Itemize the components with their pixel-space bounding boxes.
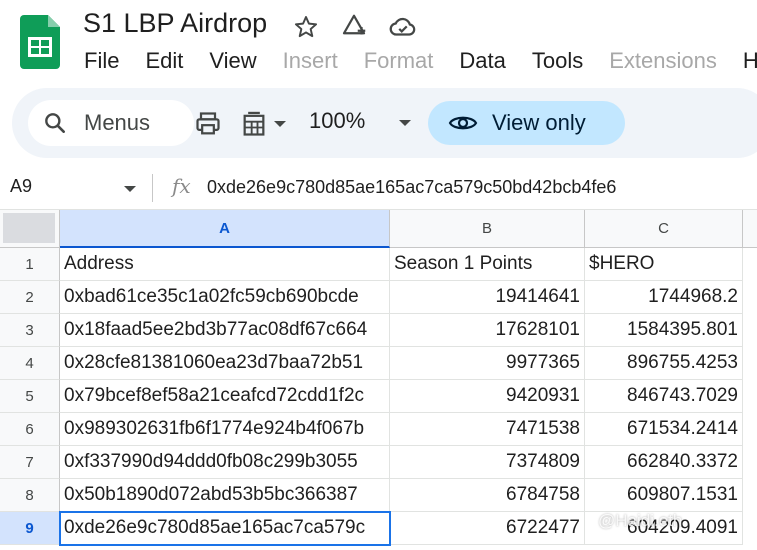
table-cell[interactable]: Season 1 Points — [390, 248, 585, 281]
menu-view[interactable]: View — [209, 46, 256, 76]
table-cell[interactable]: 17628101 — [390, 314, 585, 347]
table-cell[interactable]: 0x28cfe81381060ea23d7baa72b51 — [60, 347, 390, 380]
table-cell[interactable]: 1744968.2 — [585, 281, 743, 314]
function-icon: fx — [172, 174, 191, 198]
formula-bar-divider — [152, 174, 153, 202]
table-cell[interactable]: 0xf337990d94ddd0fb08c299b3055 — [60, 446, 390, 479]
toolbar-wrapper: Menus 100% View only — [0, 88, 757, 164]
search-menus-label: Menus — [84, 110, 151, 135]
menu-bar: File Edit View Insert Format Data Tools … — [84, 46, 757, 76]
eye-icon — [448, 116, 478, 130]
table-cell[interactable]: 671534.2414 — [585, 413, 743, 446]
menu-insert[interactable]: Insert — [283, 46, 338, 76]
search-menus-button[interactable]: Menus — [28, 100, 194, 146]
table-cell[interactable]: Address — [60, 248, 390, 281]
table-cell[interactable]: 9420931 — [390, 380, 585, 413]
column-header-d-partial[interactable] — [743, 210, 757, 248]
table-cell[interactable]: 609807.1531 — [585, 479, 743, 512]
row-header[interactable]: 8 — [0, 479, 60, 512]
menu-edit[interactable]: Edit — [145, 46, 183, 76]
table-format-dropdown-icon[interactable] — [270, 110, 290, 138]
table-cell[interactable]: 9977365 — [390, 347, 585, 380]
row-header-selected[interactable]: 9 — [0, 512, 60, 545]
zoom-dropdown-icon[interactable] — [398, 118, 412, 128]
table-cell[interactable]: 0x989302631fb6f1774e924b4f067b — [60, 413, 390, 446]
table-cell[interactable]: 6784758 — [390, 479, 585, 512]
column-header-b[interactable]: B — [390, 210, 585, 248]
title-bar: S1 LBP Airdrop File Edit View Insert For… — [0, 0, 757, 88]
table-cell[interactable]: 0x18faad5ee2bd3b77ac08df67c664 — [60, 314, 390, 347]
star-icon[interactable] — [291, 12, 321, 42]
row-header[interactable]: 1 — [0, 248, 60, 281]
menu-extensions[interactable]: Extensions — [609, 46, 717, 76]
table-cell[interactable]: 896755.4253 — [585, 347, 743, 380]
table-cell[interactable]: 0xbad61ce35c1a02fc59cb690bcde — [60, 281, 390, 314]
table-cell[interactable]: 6722477 — [390, 512, 585, 545]
search-icon — [45, 113, 65, 133]
row-header[interactable]: 7 — [0, 446, 60, 479]
column-header-c[interactable]: C — [585, 210, 743, 248]
row-header[interactable]: 5 — [0, 380, 60, 413]
formula-input[interactable]: 0xde26e9c780d85ae165ac7ca579c50bd42bcb4f… — [207, 177, 616, 198]
print-icon[interactable] — [194, 110, 222, 138]
row-header[interactable]: 3 — [0, 314, 60, 347]
table-cell[interactable]: 846743.7029 — [585, 380, 743, 413]
table-cell[interactable]: 7471538 — [390, 413, 585, 446]
view-only-label: View only — [492, 110, 586, 135]
menu-file[interactable]: File — [84, 46, 119, 76]
table-cell[interactable]: 19414641 — [390, 281, 585, 314]
menu-help[interactable]: He — [743, 46, 757, 76]
formula-bar: A9 fx 0xde26e9c780d85ae165ac7ca579c50bd4… — [0, 164, 757, 210]
toolbar: Menus 100% View only — [12, 88, 757, 158]
table-cell[interactable]: 0x50b1890d072abd53b5bc366387 — [60, 479, 390, 512]
row-header[interactable]: 2 — [0, 281, 60, 314]
name-box-dropdown-icon[interactable] — [123, 184, 137, 194]
menu-format[interactable]: Format — [364, 46, 434, 76]
row-header[interactable]: 4 — [0, 347, 60, 380]
table-cell[interactable]: $HERO — [585, 248, 743, 281]
table-cell[interactable]: 0x79bcef8ef58a21ceafcd72cdd1f2c — [60, 380, 390, 413]
document-title[interactable]: S1 LBP Airdrop — [83, 8, 267, 39]
move-to-folder-icon[interactable] — [339, 12, 369, 42]
spreadsheet-grid: A B C 1 Address Season 1 Points $HERO 2 … — [0, 210, 757, 550]
selected-cell[interactable]: 0xde26e9c780d85ae165ac7ca579c — [60, 512, 390, 545]
view-only-button[interactable]: View only — [428, 101, 625, 145]
table-cell[interactable]: 1584395.801 — [585, 314, 743, 347]
sheets-logo-icon[interactable] — [20, 15, 60, 69]
watermark-text: @Haidi.eth — [598, 511, 683, 530]
name-box[interactable]: A9 — [10, 176, 32, 197]
table-cell[interactable]: 662840.3372 — [585, 446, 743, 479]
menu-data[interactable]: Data — [459, 46, 505, 76]
cloud-status-icon[interactable] — [388, 12, 418, 42]
select-all-corner[interactable] — [0, 210, 60, 248]
row-header[interactable]: 6 — [0, 413, 60, 446]
column-header-a[interactable]: A — [60, 210, 390, 248]
table-cell[interactable]: 7374809 — [390, 446, 585, 479]
menu-tools[interactable]: Tools — [532, 46, 583, 76]
zoom-select[interactable]: 100% — [309, 108, 365, 134]
table-format-icon[interactable] — [240, 110, 268, 138]
